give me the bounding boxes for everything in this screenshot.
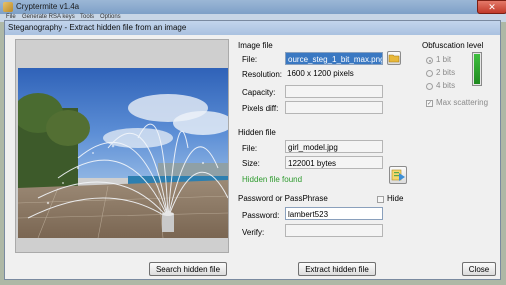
browse-button[interactable]	[387, 51, 401, 65]
extract-hidden-file-button[interactable]: Extract hidden file	[298, 262, 376, 276]
folder-icon	[388, 54, 400, 63]
hidden-file-section-label: Hidden file	[238, 128, 276, 137]
resolution-value: 1600 x 1200 pixels	[287, 69, 354, 78]
fountain-image	[18, 68, 228, 238]
max-scattering-checkbox[interactable]: ✓	[426, 100, 433, 107]
steganography-dialog: Steganography - Extract hidden file from…	[4, 20, 501, 280]
radio-4-bits[interactable]	[426, 83, 433, 90]
obfuscation-section-label: Obfuscation level	[422, 41, 484, 50]
max-scattering-label: Max scattering	[436, 98, 489, 107]
size-label: Size:	[242, 159, 260, 168]
verify-label: Verify:	[242, 228, 265, 237]
window-close-button[interactable]: ✕	[477, 0, 506, 14]
close-button[interactable]: Close	[462, 262, 496, 276]
radio-1-bit-label: 1 bit	[436, 55, 452, 64]
obfuscation-meter-fill	[474, 54, 480, 84]
app-icon	[3, 2, 13, 12]
save-file-icon	[391, 169, 405, 181]
capacity-field	[285, 85, 383, 98]
image-file-input[interactable]: ource_steg_1_bit_max.png	[285, 52, 383, 65]
obfuscation-meter	[472, 52, 482, 86]
radio-4-bits-label: 4 bits	[436, 81, 456, 90]
resolution-label: Resolution:	[242, 70, 283, 79]
verify-input[interactable]	[285, 224, 383, 237]
capacity-label: Capacity:	[242, 88, 276, 97]
search-hidden-file-button[interactable]: Search hidden file	[149, 262, 227, 276]
hidden-file-label: File:	[242, 144, 258, 153]
save-hidden-file-button[interactable]	[389, 166, 407, 184]
hide-label: Hide	[387, 194, 404, 203]
hidden-file-status: Hidden file found	[242, 175, 303, 184]
radio-1-bit[interactable]	[426, 57, 433, 64]
password-input[interactable]: lambert523	[285, 207, 383, 220]
size-value: 122001 bytes	[285, 156, 383, 169]
image-preview-panel	[15, 39, 229, 253]
pixels-diff-label: Pixels diff:	[242, 104, 279, 113]
window-title: Cryptermite v1.4a	[16, 2, 80, 11]
image-file-label: File:	[242, 55, 258, 64]
pixels-diff-field	[285, 101, 383, 114]
radio-2-bits[interactable]	[426, 70, 433, 77]
hide-checkbox[interactable]	[377, 196, 384, 203]
radio-2-bits-label: 2 bits	[436, 68, 456, 77]
hidden-file-value: girl_model.jpg	[285, 140, 383, 153]
password-label: Password:	[242, 211, 280, 220]
dialog-title: Steganography - Extract hidden file from…	[8, 23, 187, 32]
image-file-section-label: Image file	[238, 41, 273, 50]
password-section-label: Password or PassPhrase	[238, 194, 328, 203]
